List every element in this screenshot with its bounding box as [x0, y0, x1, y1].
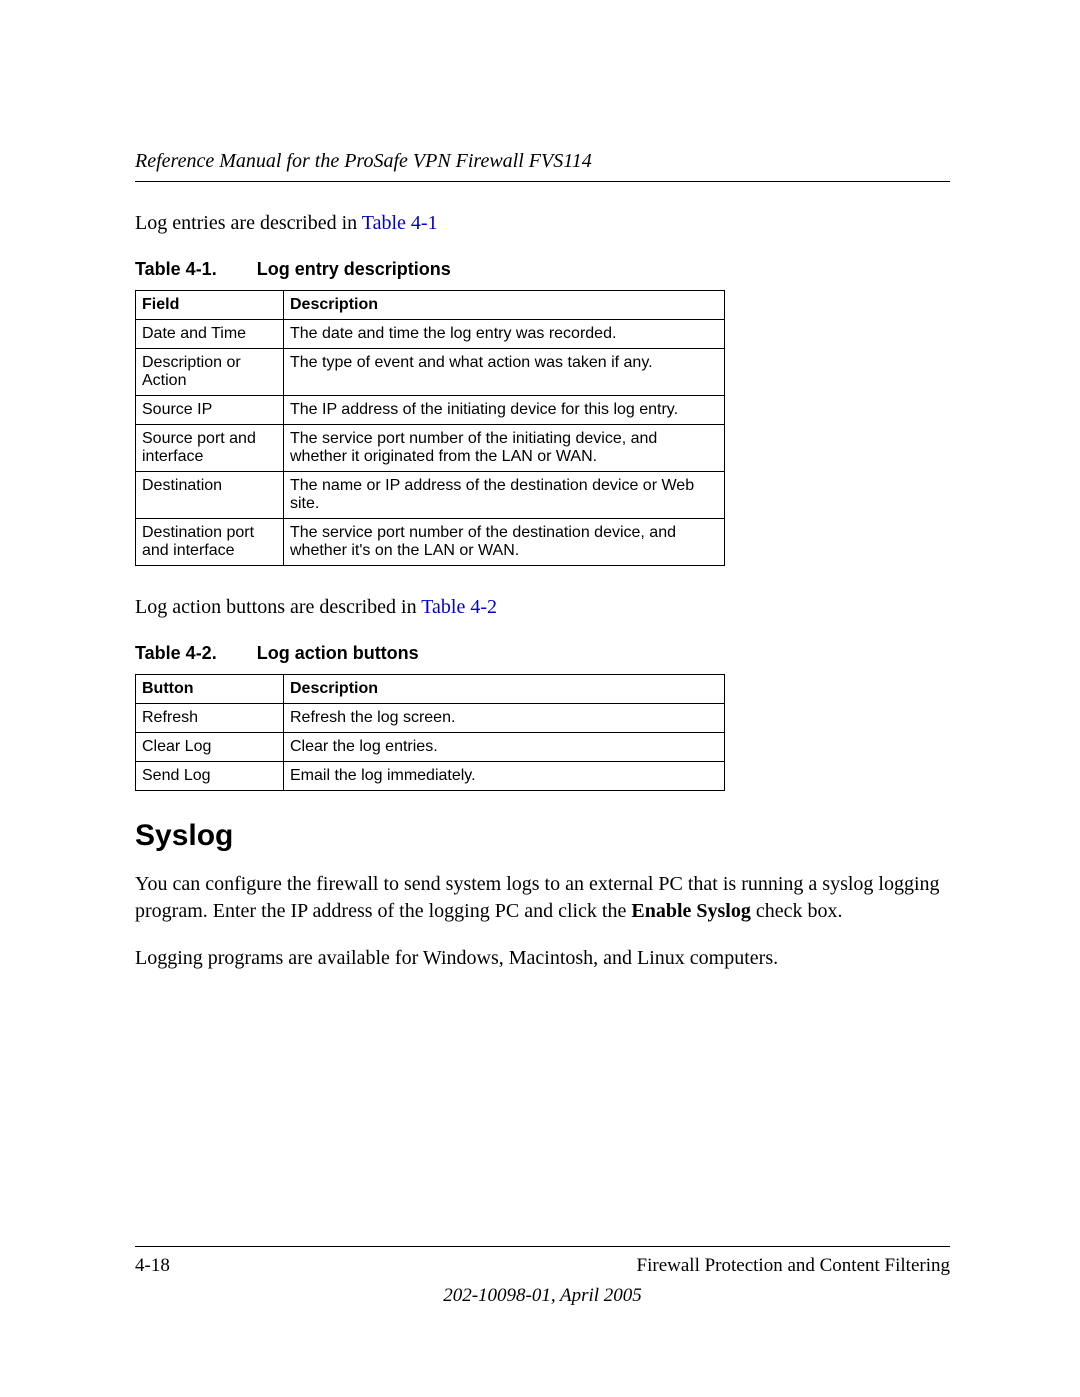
table-row: Description or Action The type of event …	[136, 349, 725, 396]
table-row: Clear Log Clear the log entries.	[136, 733, 725, 762]
table-cell-field: Source IP	[136, 396, 284, 425]
section-heading-syslog: Syslog	[135, 819, 950, 853]
table-4-2-title: Log action buttons	[257, 643, 419, 663]
intro-1-prefix: Log entries are described in	[135, 212, 362, 234]
table-header-field: Field	[136, 291, 284, 320]
table-row: Destination The name or IP address of th…	[136, 472, 725, 519]
table-row: Source port and interface The service po…	[136, 425, 725, 472]
table-cell-field: Destination port and interface	[136, 519, 284, 566]
table-cell-desc: The date and time the log entry was reco…	[284, 320, 725, 349]
table-cell-desc: The service port number of the destinati…	[284, 519, 725, 566]
table-row: Send Log Email the log immediately.	[136, 762, 725, 791]
intro-paragraph-2: Log action buttons are described in Tabl…	[135, 594, 950, 621]
table-4-1-title: Log entry descriptions	[257, 259, 451, 279]
table-row: Date and Time The date and time the log …	[136, 320, 725, 349]
running-head: Reference Manual for the ProSafe VPN Fir…	[135, 150, 950, 173]
page-footer: 4-18 Firewall Protection and Content Fil…	[135, 1246, 950, 1307]
table-4-2: Button Description Refresh Refresh the l…	[135, 674, 725, 791]
table-4-1: Field Description Date and Time The date…	[135, 290, 725, 566]
table-row: Refresh Refresh the log screen.	[136, 704, 725, 733]
table-cell-button: Refresh	[136, 704, 284, 733]
table-4-2-xref[interactable]: Table 4-2	[421, 596, 497, 618]
table-cell-field: Destination	[136, 472, 284, 519]
table-header-button: Button	[136, 675, 284, 704]
syslog-p1-b: check box.	[751, 900, 843, 922]
table-4-2-caption: Table 4-2. Log action buttons	[135, 643, 950, 664]
footer-rule	[135, 1246, 950, 1247]
table-cell-desc: Email the log immediately.	[284, 762, 725, 791]
header-rule	[135, 181, 950, 182]
table-cell-desc: Clear the log entries.	[284, 733, 725, 762]
table-4-2-number: Table 4-2.	[135, 643, 217, 663]
syslog-paragraph-1: You can configure the firewall to send s…	[135, 871, 950, 925]
doc-id-date: 202-10098-01, April 2005	[135, 1285, 950, 1307]
intro-2-prefix: Log action buttons are described in	[135, 596, 421, 618]
table-cell-button: Send Log	[136, 762, 284, 791]
syslog-paragraph-2: Logging programs are available for Windo…	[135, 945, 950, 972]
table-cell-desc: The name or IP address of the destinatio…	[284, 472, 725, 519]
table-4-1-xref[interactable]: Table 4-1	[362, 212, 438, 234]
table-header-desc: Description	[284, 675, 725, 704]
enable-syslog-label: Enable Syslog	[631, 900, 750, 922]
table-row: Destination port and interface The servi…	[136, 519, 725, 566]
table-cell-field: Description or Action	[136, 349, 284, 396]
page-number: 4-18	[135, 1255, 170, 1277]
table-cell-desc: The IP address of the initiating device …	[284, 396, 725, 425]
intro-paragraph-1: Log entries are described in Table 4-1	[135, 210, 950, 237]
table-cell-field: Source port and interface	[136, 425, 284, 472]
table-4-1-number: Table 4-1.	[135, 259, 217, 279]
table-row: Source IP The IP address of the initiati…	[136, 396, 725, 425]
table-row: Button Description	[136, 675, 725, 704]
table-cell-desc: The type of event and what action was ta…	[284, 349, 725, 396]
table-4-1-caption: Table 4-1. Log entry descriptions	[135, 259, 950, 280]
table-cell-field: Date and Time	[136, 320, 284, 349]
chapter-title: Firewall Protection and Content Filterin…	[637, 1255, 950, 1277]
table-header-desc: Description	[284, 291, 725, 320]
table-cell-button: Clear Log	[136, 733, 284, 762]
table-cell-desc: The service port number of the initiatin…	[284, 425, 725, 472]
table-cell-desc: Refresh the log screen.	[284, 704, 725, 733]
table-row: Field Description	[136, 291, 725, 320]
document-page: Reference Manual for the ProSafe VPN Fir…	[0, 0, 1080, 1397]
